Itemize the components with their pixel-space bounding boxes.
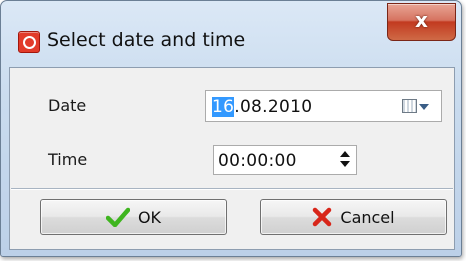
checkmark-icon [105,207,130,227]
app-icon [18,31,40,53]
spin-down-arrow-icon[interactable] [340,161,350,167]
up-down-arrows-icon[interactable] [340,150,350,170]
time-input-text[interactable]: 00:00:00 [218,151,297,171]
dialog-content: Date 16.08.2010 Time 00:00:00 OK Cancel [9,67,455,250]
title-bar[interactable]: Select date and time x [1,1,461,63]
red-x-icon [313,207,332,227]
cancel-button[interactable]: Cancel [260,199,447,235]
calendar-icon [402,99,417,113]
window-title: Select date and time [47,29,246,51]
chevron-down-icon [419,104,429,110]
date-day-selection[interactable]: 16 [212,97,235,117]
dialog-window: Select date and time x Date 16.08.2010 T… [0,0,462,257]
spin-up-arrow-icon[interactable] [340,151,350,157]
cancel-button-label: Cancel [340,207,395,227]
date-input-text[interactable]: 16.08.2010 [212,97,312,117]
date-picker[interactable]: 16.08.2010 [205,90,442,122]
divider [11,188,453,190]
close-button[interactable]: x [387,3,456,41]
ok-button[interactable]: OK [40,199,227,235]
ok-button-label: OK [137,207,162,227]
date-label: Date [48,96,87,115]
calendar-dropdown-button[interactable] [402,97,438,117]
time-label: Time [48,150,88,169]
date-month-year[interactable]: .08.2010 [234,97,312,117]
time-spinner[interactable]: 00:00:00 [213,145,357,175]
